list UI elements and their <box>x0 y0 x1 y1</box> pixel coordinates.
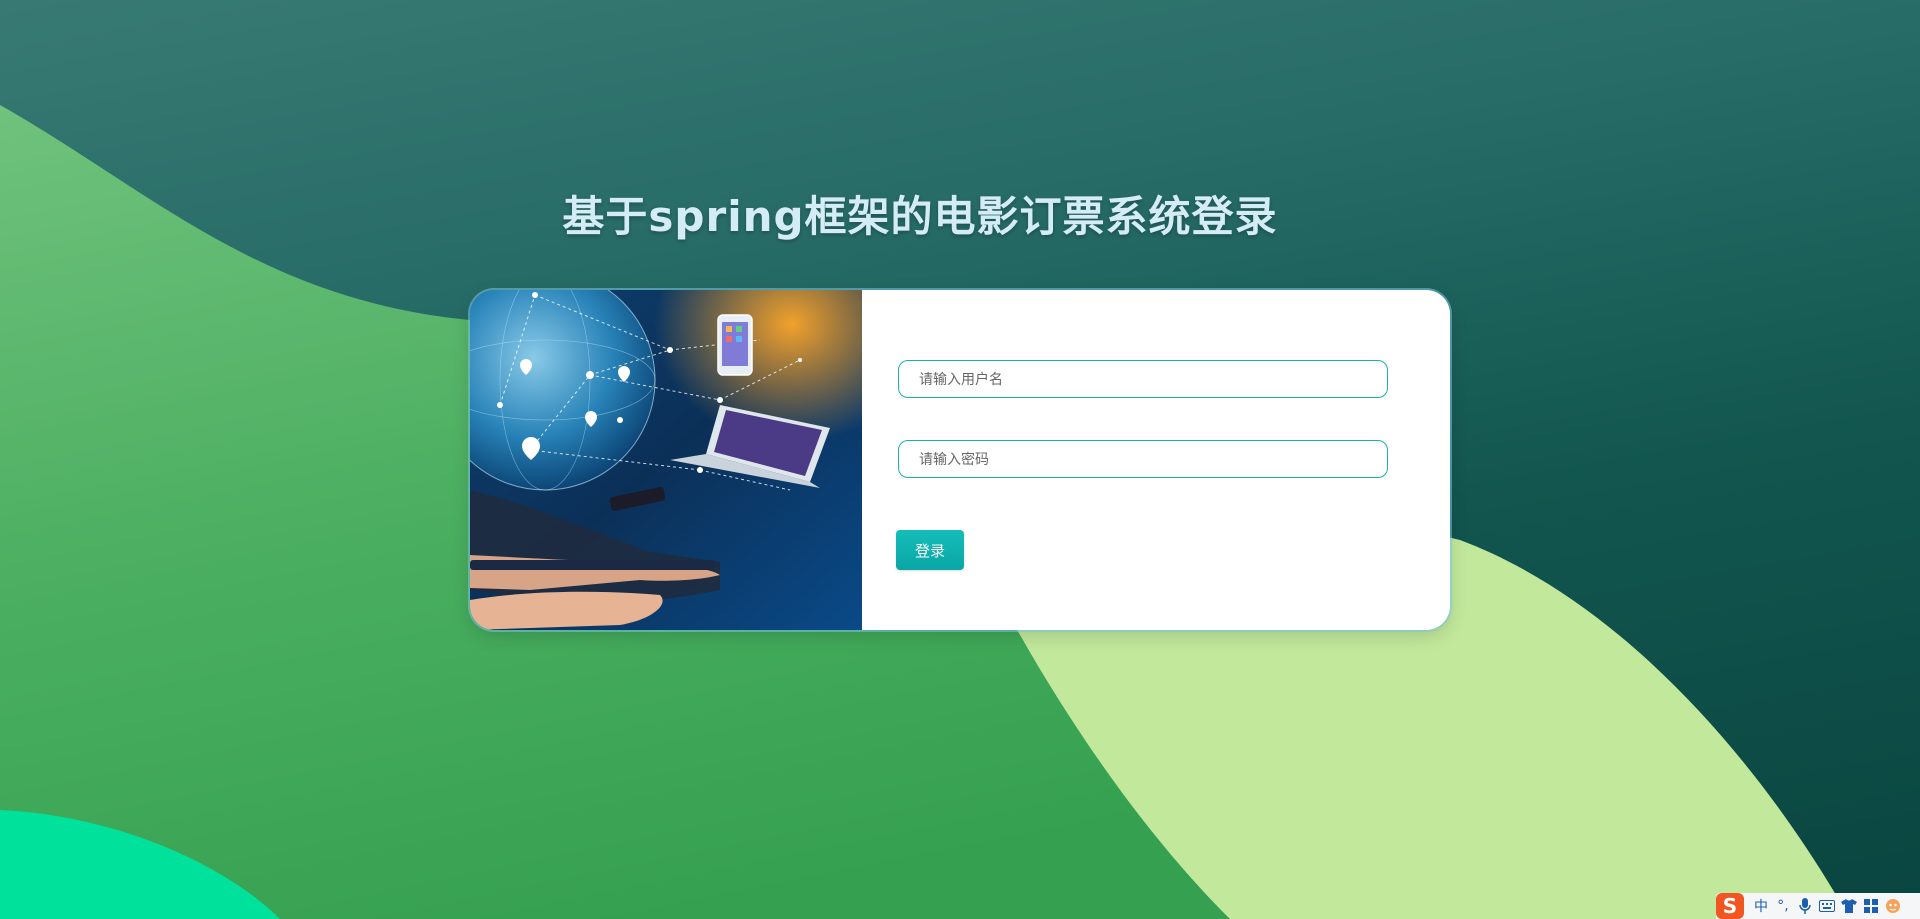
page-title: 基于spring框架的电影订票系统登录 <box>562 192 1278 241</box>
ime-punctuation-toggle[interactable]: °, <box>1772 893 1794 919</box>
ime-logo[interactable]: S <box>1716 893 1744 919</box>
mascot-icon[interactable] <box>1882 893 1904 919</box>
phone-graphic <box>717 314 753 376</box>
password-input[interactable] <box>898 440 1388 478</box>
username-input[interactable] <box>898 360 1388 398</box>
toolbox-icon[interactable] <box>1860 893 1882 919</box>
skin-icon[interactable] <box>1838 893 1860 919</box>
login-card: 登录 <box>470 290 1450 630</box>
tech-illustration <box>470 290 862 630</box>
microphone-icon[interactable] <box>1794 893 1816 919</box>
ime-mode-toggle[interactable]: 中 <box>1750 893 1772 919</box>
ime-toolbar: S 中 °, <box>1716 893 1920 919</box>
keyboard-icon[interactable] <box>1816 893 1838 919</box>
login-button[interactable]: 登录 <box>896 530 964 570</box>
login-form: 登录 <box>862 290 1450 630</box>
